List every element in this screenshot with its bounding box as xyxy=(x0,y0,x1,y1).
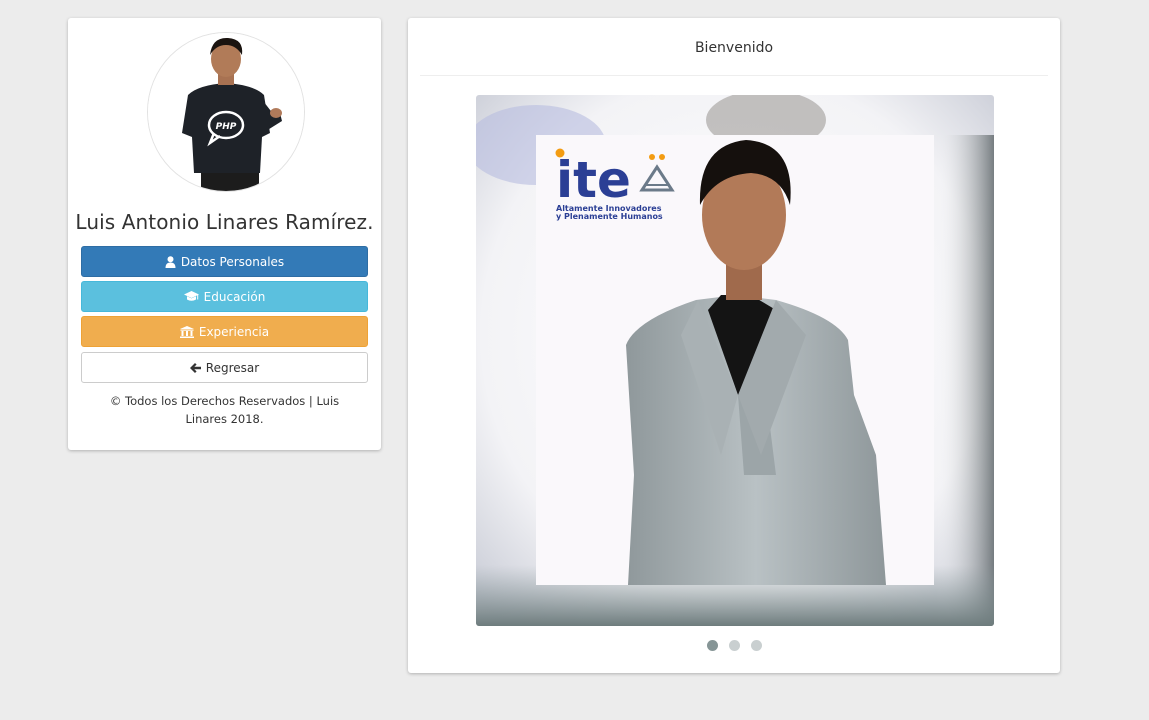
education-button[interactable]: Educación xyxy=(81,281,368,312)
bank-icon xyxy=(179,325,194,338)
back-label: Regresar xyxy=(205,360,260,375)
image-carousel[interactable]: ite Altamente Innovadores y Plenamente H… xyxy=(476,95,994,626)
personal-data-label: Datos Personales xyxy=(180,254,285,269)
carousel-indicator-dot[interactable] xyxy=(706,640,718,651)
profile-card: PHP Luis Antonio Linares Ramírez. Datos … xyxy=(68,18,381,450)
education-label: Educación xyxy=(203,289,266,304)
carousel-indicator-dot[interactable] xyxy=(728,640,740,651)
user-icon xyxy=(165,255,176,268)
personal-data-button[interactable]: Datos Personales xyxy=(81,246,368,277)
copyright-footer: © Todos los Derechos Reservados | Luis L… xyxy=(109,394,340,426)
shirt-logo-text: PHP xyxy=(216,122,237,132)
ite-logo-text: ite xyxy=(556,151,631,209)
graduation-cap-icon xyxy=(183,291,199,302)
arrow-left-icon xyxy=(189,362,201,373)
profile-name: Luis Antonio Linares Ramírez. xyxy=(75,210,374,234)
title-divider xyxy=(420,75,1048,76)
experience-label: Experiencia xyxy=(198,324,270,339)
back-button[interactable]: Regresar xyxy=(81,352,368,383)
carousel-slide-image: ite Altamente Innovadores y Plenamente H… xyxy=(476,95,994,626)
main-card: Bienvenido ite Altamente Innovadores y P… xyxy=(408,18,1060,673)
page-title: Bienvenido xyxy=(694,40,774,56)
ite-tagline-line2: y Plenamente Humanos xyxy=(556,212,663,221)
avatar-photo: PHP xyxy=(148,33,304,191)
carousel-indicators xyxy=(408,640,1060,651)
carousel-indicator-dot[interactable] xyxy=(750,640,762,651)
avatar: PHP xyxy=(147,32,305,192)
experience-button[interactable]: Experiencia xyxy=(81,316,368,347)
